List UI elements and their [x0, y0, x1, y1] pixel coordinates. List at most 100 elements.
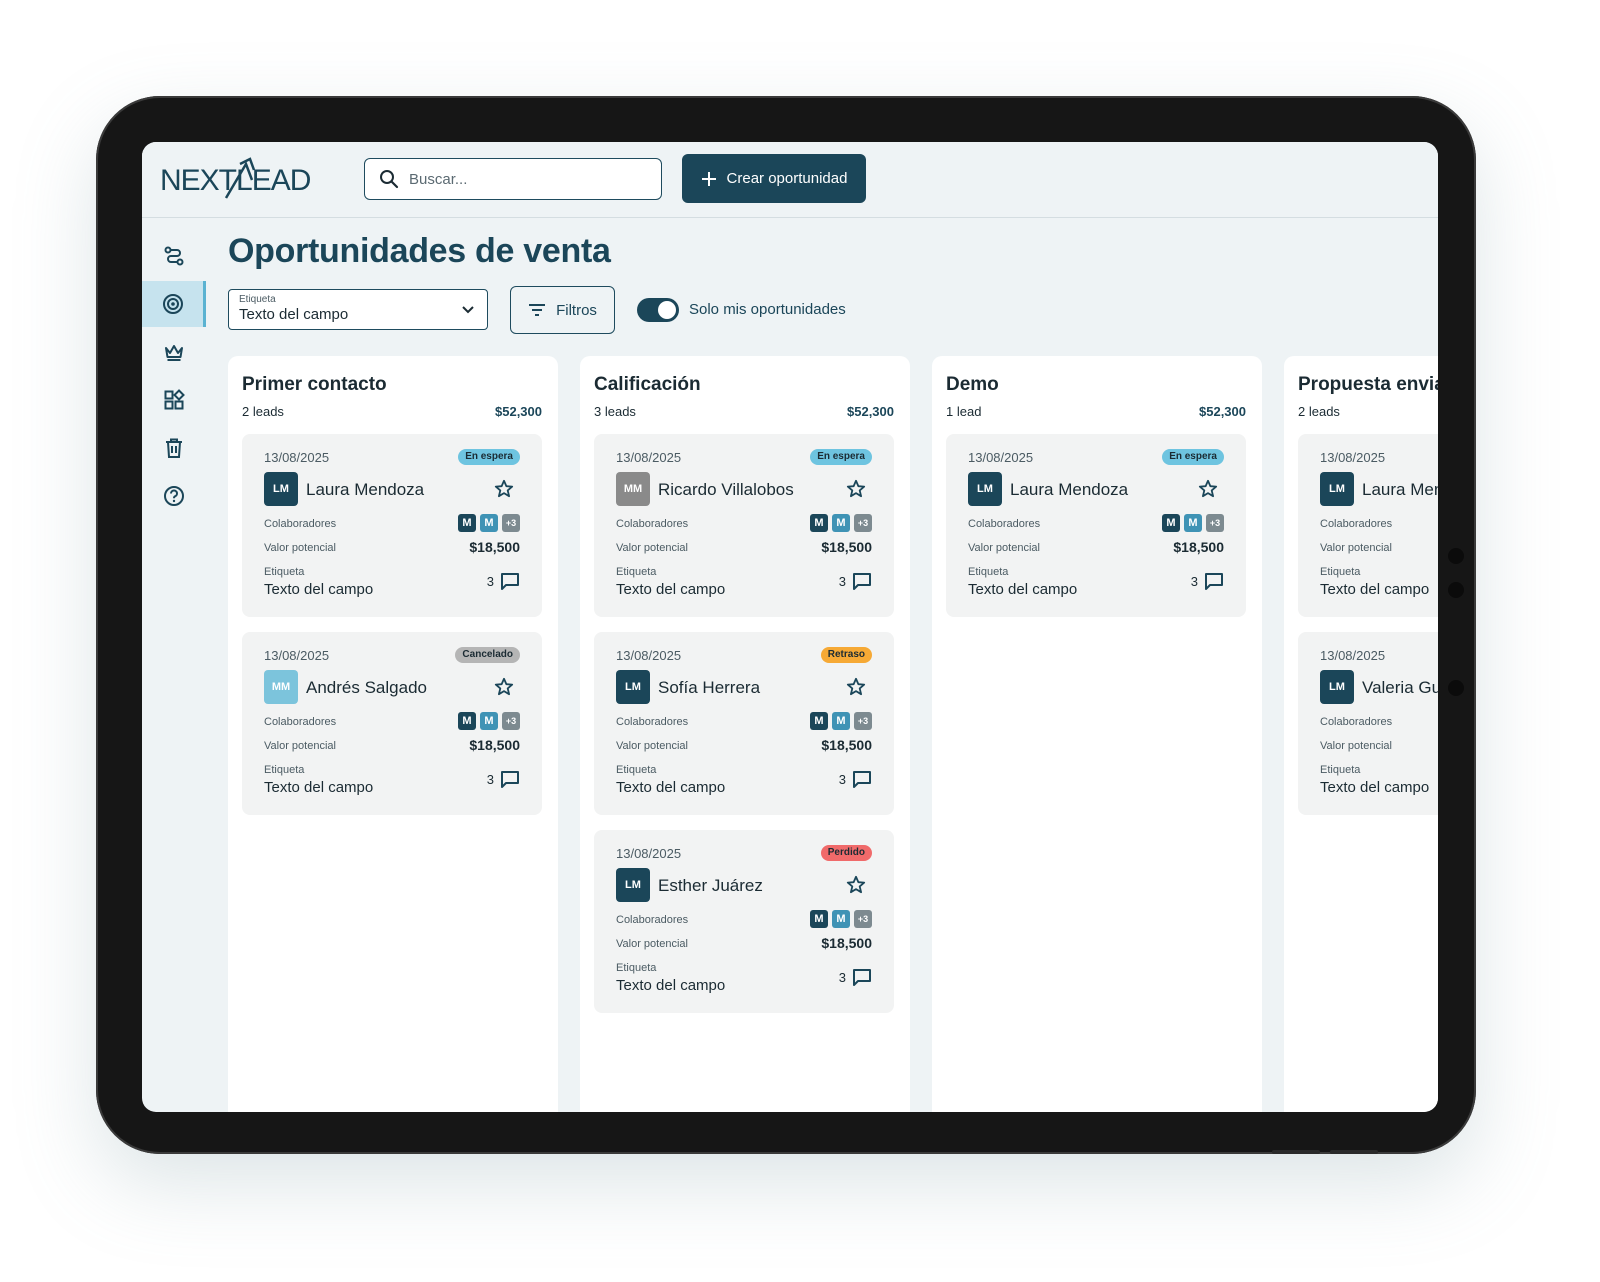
favorite-button[interactable]: [494, 479, 514, 504]
pipeline-column: Primer contacto 2 leads $52,300 13/08/2025 E…: [228, 356, 558, 1112]
comment-icon: [853, 969, 871, 986]
collaborator-chip: M: [1184, 514, 1202, 532]
tag-select[interactable]: Etiqueta Texto del campo: [228, 289, 488, 330]
favorite-button[interactable]: [846, 479, 866, 504]
lead-date: 13/08/2025: [968, 450, 1034, 465]
create-opportunity-button[interactable]: Crear oportunidad: [682, 154, 866, 203]
collaborators-label: Colaboradores: [1320, 518, 1393, 530]
comments-button[interactable]: 3: [1191, 572, 1224, 590]
comment-count: 3: [1190, 573, 1198, 589]
collaborator-chip: M: [810, 712, 828, 730]
star-icon: [1198, 479, 1218, 498]
nextlead-logo: NEXTLEAD: [160, 154, 335, 204]
tag-value: Texto del campo: [616, 977, 726, 994]
collaborator-chips[interactable]: M M +3: [1162, 514, 1224, 532]
status-badge: En espera: [810, 449, 872, 465]
target-icon: [162, 294, 183, 314]
column-total: $52,300: [1199, 404, 1246, 419]
sidebar-item-routes[interactable]: [142, 233, 206, 279]
filters-button[interactable]: Filtros: [510, 286, 615, 334]
avatar: LM: [616, 868, 650, 902]
filter-icon: [529, 304, 546, 316]
potential-value: $18,500: [469, 539, 520, 555]
top-bar: NEXTLEAD Crear oportunidad: [142, 142, 1438, 218]
potential-value: $18,500: [821, 737, 872, 753]
help-icon: [164, 486, 184, 506]
pipeline-column: Propuesta enviada2 leads$52,30013/08/202…: [1284, 356, 1438, 1112]
column-title: Propuesta enviada: [1298, 374, 1438, 395]
potential-value: $18,500: [821, 539, 872, 555]
lead-card[interactable]: 13/08/2025 Perdido LM Esther Juárez Colabora…: [594, 830, 894, 1013]
lead-name: Esther Juárez: [658, 876, 763, 895]
more-collaborators-chip: +3: [1206, 514, 1224, 532]
lead-card[interactable]: 13/08/2025 Retraso LM Sofía Herrera Colabora…: [594, 632, 894, 815]
collaborator-chips[interactable]: M M +3: [458, 712, 520, 730]
lead-card[interactable]: 13/08/2025En esperaLMLaura MendozaColabo…: [1298, 434, 1438, 617]
comment-count: 3: [486, 771, 494, 787]
comments-button[interactable]: 3: [487, 572, 520, 590]
tag-label: Etiqueta: [616, 764, 657, 776]
star-icon: [846, 875, 866, 894]
avatar: MM: [264, 670, 298, 704]
plus-icon: [701, 171, 716, 186]
comments-button[interactable]: 3: [487, 770, 520, 788]
app-screen: NEXTLEAD Crear oportunidad: [142, 142, 1438, 1112]
collaborator-chips[interactable]: M M +3: [810, 910, 872, 928]
comment-icon: [501, 771, 519, 788]
collaborator-chips[interactable]: M M +3: [810, 514, 872, 532]
side-dot: [1448, 582, 1464, 598]
sidebar-item-help[interactable]: [142, 473, 206, 519]
volume-button: [1330, 1150, 1378, 1154]
potential-value-label: Valor potencial: [616, 740, 688, 752]
lead-name: Ricardo Villalobos: [658, 480, 794, 499]
potential-value: $18,500: [1173, 539, 1224, 555]
lead-name: Sofía Herrera: [658, 678, 761, 697]
favorite-button[interactable]: [846, 875, 866, 900]
potential-value: $18,500: [469, 737, 520, 753]
comments-button[interactable]: 3: [839, 770, 872, 788]
column-lead-count: 2 leads: [1298, 404, 1340, 419]
collaborators-label: Colaboradores: [264, 518, 337, 530]
sidebar-item-widgets[interactable]: [142, 377, 206, 423]
collaborator-chip: M: [480, 712, 498, 730]
lead-date: 13/08/2025: [616, 648, 682, 663]
comment-icon: [853, 573, 871, 590]
lead-name: Andrés Salgado: [306, 678, 427, 697]
star-icon: [494, 677, 514, 696]
more-collaborators-chip: +3: [854, 514, 872, 532]
tag-value: Texto del campo: [264, 581, 374, 598]
lead-card[interactable]: 13/08/2025En esperaLMLaura MendozaColabo…: [242, 434, 542, 617]
avatar: MM: [616, 472, 650, 506]
trash-icon: [166, 438, 182, 458]
lead-date: 13/08/2025: [1320, 648, 1386, 663]
lead-card[interactable]: 13/08/2025En esperaLMLaura MendozaColabo…: [946, 434, 1246, 617]
status-badge: En espera: [458, 449, 520, 465]
sidebar-item-ranking[interactable]: [142, 329, 206, 375]
tag-select-label: Etiqueta: [239, 294, 276, 305]
lead-card[interactable]: 13/08/2025 Cancelado MM Andrés Salgado Colab…: [242, 632, 542, 815]
favorite-button[interactable]: [846, 677, 866, 702]
collaborator-chips[interactable]: M M +3: [810, 712, 872, 730]
sidebar-item-opportunities[interactable]: [142, 281, 206, 327]
collaborator-chips[interactable]: M M +3: [458, 514, 520, 532]
favorite-button[interactable]: [1198, 479, 1218, 504]
lead-card[interactable]: 13/08/2025En esperaLMValeria GutiérrezCo…: [1298, 632, 1438, 815]
potential-value-label: Valor potencial: [264, 740, 336, 752]
tag-label: Etiqueta: [968, 566, 1009, 578]
tag-value: Texto del campo: [616, 581, 726, 598]
side-dot: [1448, 680, 1464, 696]
route-icon: [164, 246, 184, 266]
my-opportunities-toggle[interactable]: [637, 298, 679, 322]
collaborators-label: Colaboradores: [616, 716, 689, 728]
comments-button[interactable]: 3: [839, 968, 872, 986]
lead-card[interactable]: 13/08/2025 En espera MM Ricardo Villalobos C…: [594, 434, 894, 617]
sidebar: [142, 219, 206, 1112]
potential-value: $18,500: [821, 935, 872, 951]
collaborators-label: Colaboradores: [968, 518, 1041, 530]
sidebar-item-trash[interactable]: [142, 425, 206, 471]
search-box[interactable]: [364, 158, 662, 200]
comments-button[interactable]: 3: [839, 572, 872, 590]
favorite-button[interactable]: [494, 677, 514, 702]
collaborators-label: Colaboradores: [1320, 716, 1393, 728]
search-input[interactable]: [409, 170, 639, 188]
